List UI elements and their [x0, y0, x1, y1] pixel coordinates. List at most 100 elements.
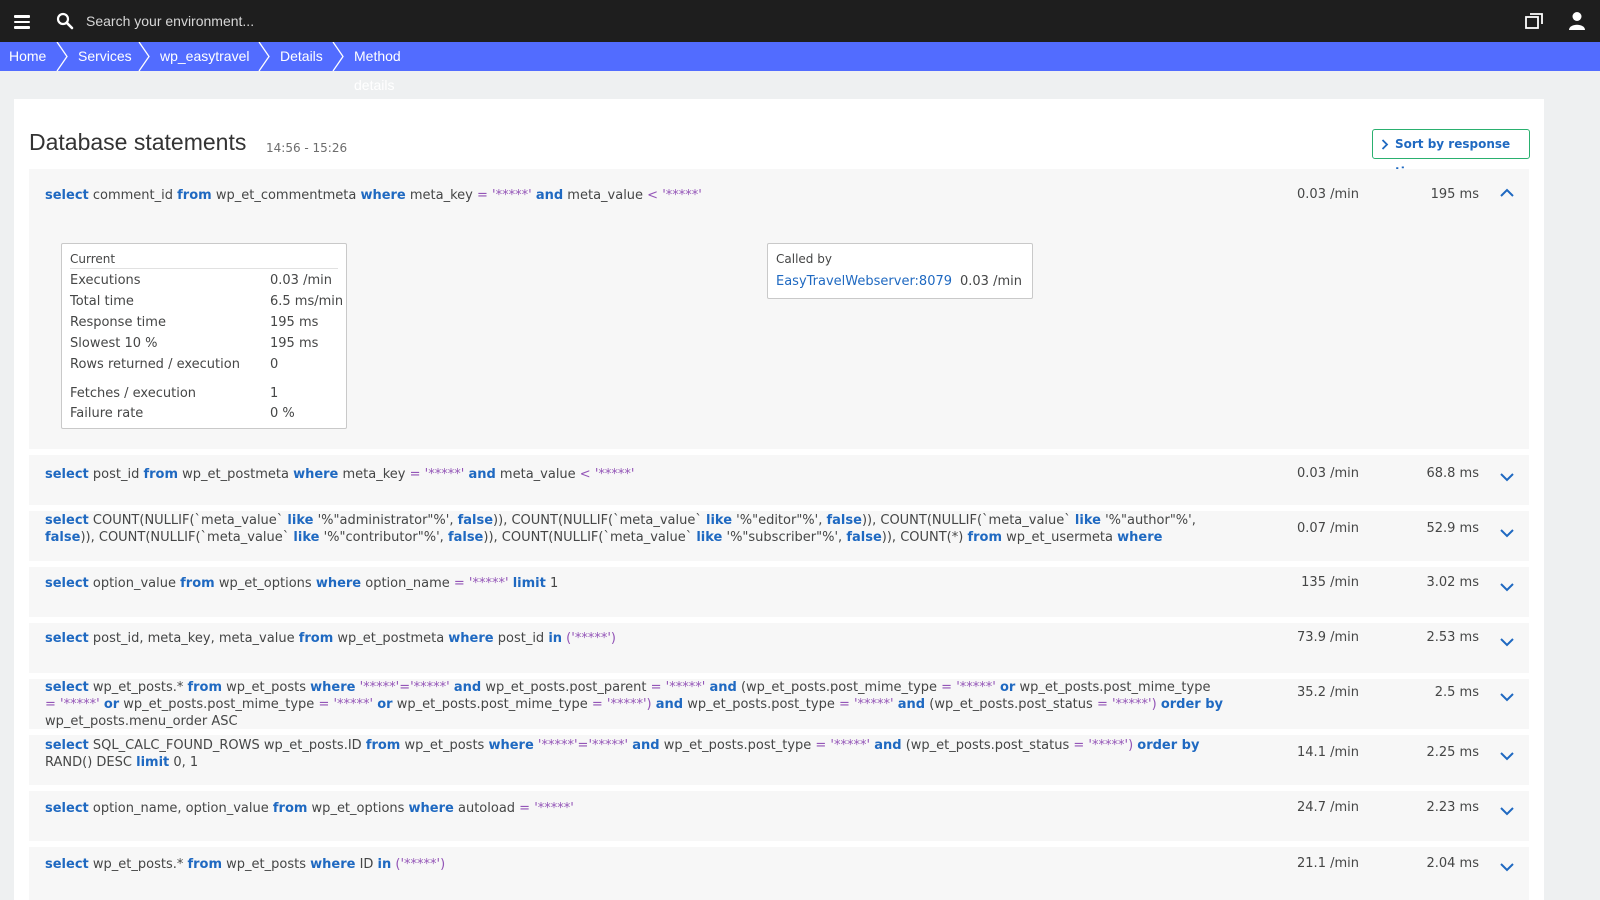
sql-token: and — [655, 697, 684, 712]
sql-token: like — [706, 513, 733, 528]
breadcrumb-method-details[interactable]: Method details — [338, 42, 458, 93]
chevron-up-icon[interactable] — [1499, 187, 1515, 199]
sql-token: wp_et_posts.* — [88, 680, 188, 695]
sql-token: wp_et_posts.post_mime_type — [392, 697, 592, 712]
caller-link[interactable]: EasyTravelWebserver:8079 — [776, 274, 966, 289]
statement-frequency: 35.2 /min — [1297, 685, 1359, 700]
breadcrumb: Home Services wp_easytravel Details Meth… — [0, 42, 1600, 93]
sql-token: post_id, meta_key, meta_value — [88, 631, 299, 646]
top-bar — [0, 0, 1600, 42]
sql-token: and — [897, 697, 926, 712]
sql-token: limit — [136, 755, 170, 770]
statement-row[interactable]: select comment_id from wp_et_commentmeta… — [29, 169, 1529, 449]
window-icon[interactable] — [1525, 12, 1543, 30]
search-icon — [56, 12, 74, 30]
sql-token: where — [310, 680, 356, 695]
time-range: 14:56 - 15:26 — [266, 141, 348, 155]
sql-token: where — [310, 857, 356, 872]
sql-token: RAND() DESC — [45, 755, 137, 770]
statement-row[interactable]: select option_value from wp_et_options w… — [29, 567, 1529, 617]
user-icon[interactable] — [1568, 11, 1586, 31]
sql-token: = '*****' — [318, 697, 378, 712]
sql-token: meta_key — [338, 467, 410, 482]
sql-token: meta_value — [563, 188, 648, 203]
sql-token: '%"editor"%', — [732, 513, 827, 528]
statement-frequency: 0.07 /min — [1297, 521, 1359, 536]
sql-token: = '*****' — [838, 697, 898, 712]
sql-token: = '*****') — [1073, 738, 1138, 753]
chevron-down-icon[interactable] — [1499, 471, 1515, 483]
sql-token: and — [874, 738, 902, 753]
sql-token: where — [488, 738, 534, 753]
statement-text: select COUNT(NULLIF(`meta_value` like '%… — [45, 512, 1225, 546]
breadcrumb-home[interactable]: Home — [0, 42, 68, 71]
statement-response-time: 2.53 ms — [1426, 630, 1479, 645]
chevron-down-icon[interactable] — [1499, 636, 1515, 648]
menu-icon[interactable] — [14, 12, 30, 30]
chevron-down-icon[interactable] — [1499, 861, 1515, 873]
divider — [70, 268, 338, 269]
breadcrumb-separator — [332, 42, 344, 71]
chevron-down-icon[interactable] — [1499, 750, 1515, 762]
chevron-down-icon[interactable] — [1499, 691, 1515, 703]
statement-row[interactable]: select wp_et_posts.* from wp_et_posts wh… — [29, 847, 1529, 900]
chevron-down-icon[interactable] — [1499, 581, 1515, 593]
sql-token: '%"contributor"%', — [319, 530, 448, 545]
statement-row[interactable]: select COUNT(NULLIF(`meta_value` like '%… — [29, 511, 1529, 561]
sql-token: from — [298, 631, 334, 646]
sql-token: wp_et_posts.menu_order ASC — [45, 714, 238, 729]
metric-value: 1 — [270, 386, 279, 401]
sql-token: wp_et_posts — [400, 738, 489, 753]
sql-token: select — [45, 467, 89, 482]
sql-token: wp_et_posts.post_mime_type — [1015, 680, 1211, 695]
statement-text: select post_id, meta_key, meta_value fro… — [45, 630, 1225, 648]
sql-token: = '*****') — [1096, 697, 1161, 712]
breadcrumb-service[interactable]: wp_easytravel — [144, 42, 270, 71]
sql-token: wp_et_postmeta — [178, 467, 294, 482]
breadcrumb-label: Home — [9, 48, 47, 64]
sql-token: select — [45, 801, 89, 816]
sql-token: false — [45, 530, 81, 545]
search-input[interactable] — [86, 8, 686, 34]
sql-token: option_value — [88, 576, 181, 591]
statement-row[interactable]: select post_id, meta_key, meta_value fro… — [29, 623, 1529, 673]
sort-button[interactable]: Sort by response time — [1372, 129, 1530, 179]
statement-frequency: 24.7 /min — [1297, 800, 1359, 815]
sql-token: wp_et_options — [214, 576, 316, 591]
sql-token: wp_et_commentmeta — [211, 188, 361, 203]
sql-token: select — [45, 680, 89, 695]
sql-token: select — [45, 513, 89, 528]
sql-token: wp_et_usermeta — [1002, 530, 1118, 545]
sql-token: )), COUNT(NULLIF(`meta_value` — [483, 530, 697, 545]
sql-token: select — [45, 188, 89, 203]
chevron-down-icon[interactable] — [1499, 805, 1515, 817]
sql-token: 0, 1 — [169, 755, 199, 770]
breadcrumb-separator — [138, 42, 150, 71]
sql-token: wp_et_posts.* — [88, 857, 188, 872]
sql-token: in — [377, 857, 392, 872]
breadcrumb-details[interactable]: Details — [264, 42, 344, 71]
sql-token: = '*****' — [45, 697, 104, 712]
statement-row[interactable]: select SQL_CALC_FOUND_ROWS wp_et_posts.I… — [29, 735, 1529, 785]
statement-response-time: 2.5 ms — [1434, 685, 1479, 700]
metric-label: Executions — [70, 273, 141, 288]
sql-token: = '*****' — [477, 188, 532, 203]
sql-token: select — [45, 738, 89, 753]
sql-token: 1 — [545, 576, 559, 591]
breadcrumb-separator — [56, 42, 68, 71]
sql-token: wp_et_postmeta — [333, 631, 449, 646]
sql-token: from — [187, 680, 223, 695]
statement-frequency: 0.03 /min — [1297, 466, 1359, 481]
breadcrumb-services[interactable]: Services — [62, 42, 150, 71]
sql-token: like — [696, 530, 723, 545]
sql-token: or — [377, 697, 393, 712]
statement-row[interactable]: select option_name, option_value from wp… — [29, 791, 1529, 841]
called-by-card: Called by EasyTravelWebserver:8079 0.03 … — [767, 243, 1033, 299]
sql-token: where — [1117, 530, 1163, 545]
sql-token: = '*****' — [453, 576, 509, 591]
sql-token: = '*****') — [591, 697, 656, 712]
sql-token: option_name, option_value — [88, 801, 273, 816]
statement-row[interactable]: select wp_et_posts.* from wp_et_posts wh… — [29, 679, 1529, 729]
statement-row[interactable]: select post_id from wp_et_postmeta where… — [29, 455, 1529, 505]
chevron-down-icon[interactable] — [1499, 527, 1515, 539]
